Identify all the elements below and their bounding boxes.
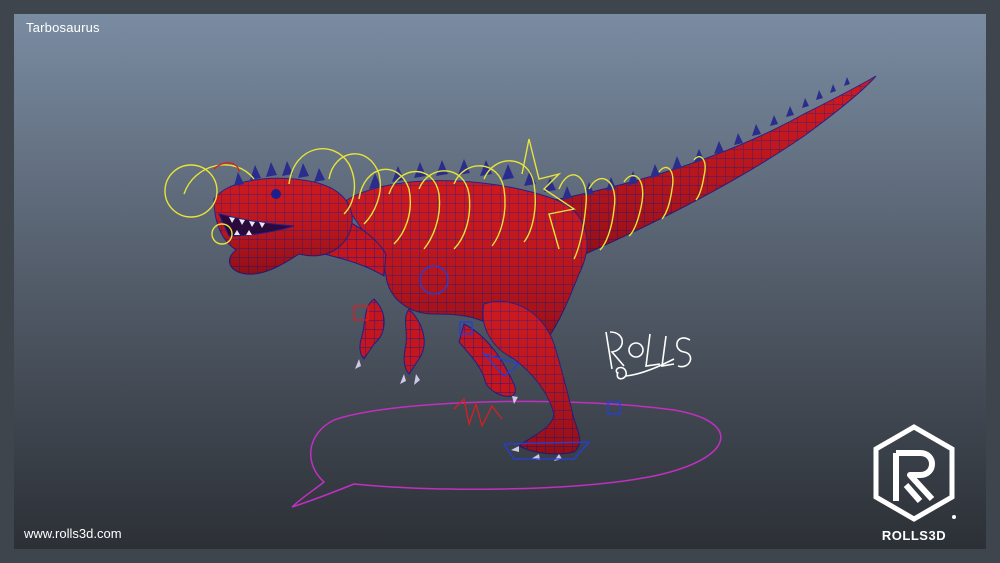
- rolls3d-hexagon-logo-icon: [873, 424, 956, 522]
- rolls-signature-icon: [605, 331, 692, 380]
- brand-logo: ROLLS3D: [864, 423, 964, 543]
- brand-name: ROLLS3D: [881, 528, 947, 543]
- dinosaur-scene: [164, 75, 877, 508]
- arm: [355, 298, 425, 385]
- viewport-title: Tarbosaurus: [26, 20, 100, 35]
- frame: Tarbosaurus www.rolls3d.com ROLLS3D: [0, 0, 1000, 563]
- viewport[interactable]: Tarbosaurus www.rolls3d.com ROLLS3D: [14, 14, 986, 549]
- ground-control-curve: [291, 400, 722, 508]
- legs: [458, 300, 581, 461]
- site-url[interactable]: www.rolls3d.com: [24, 526, 122, 541]
